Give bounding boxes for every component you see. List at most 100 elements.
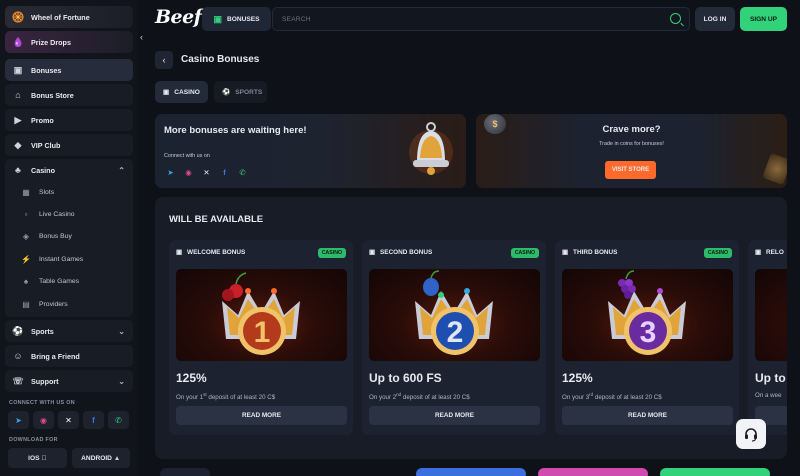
tab-sports[interactable]: ⚽ SPORTS xyxy=(214,81,267,103)
download-buttons: IOS  ANDROID ▲ xyxy=(5,448,133,469)
sidebar-subitem-label: Slots xyxy=(39,188,55,196)
sidebar-item-promo[interactable]: ▶ Promo xyxy=(5,109,133,131)
x-icon[interactable]: ✕ xyxy=(200,166,213,179)
read-more-button[interactable]: READ MORE xyxy=(369,406,540,425)
whatsapp-icon[interactable]: ✆ xyxy=(108,411,129,430)
support-chat-button[interactable] xyxy=(736,419,766,449)
bonuses-button[interactable]: ▣ BONUSES xyxy=(202,7,271,31)
sidebar-item-support[interactable]: ☏ Support ⌄ xyxy=(5,370,133,393)
gift-icon: ▣ xyxy=(13,64,23,75)
sidebar-item-casino[interactable]: ♣ Casino ⌃ xyxy=(5,159,133,181)
sidebar-item-sports[interactable]: ⚽ Sports ⌄ xyxy=(5,320,133,343)
sidebar-item-bring-a-friend[interactable]: ☺ Bring a Friend xyxy=(5,345,133,368)
telegram-icon[interactable]: ➤ xyxy=(164,166,177,179)
sidebar-subitem-slots[interactable]: ▦ Slots xyxy=(5,181,133,203)
site-logo[interactable]: Beef xyxy=(155,6,202,28)
bottom-strip xyxy=(538,468,648,476)
visit-store-button[interactable]: VISIT STORE xyxy=(605,161,656,179)
telegram-icon[interactable]: ➤ xyxy=(8,411,29,430)
back-button[interactable]: ‹ xyxy=(155,51,173,69)
bonus-description: On your 2nd deposit of at least 20 C$ xyxy=(369,392,470,401)
bonus-art-3: 3 xyxy=(562,269,733,361)
card-badge: CASINO xyxy=(317,248,346,258)
bonus-description: On a wee xyxy=(755,392,782,399)
android-download-button[interactable]: ANDROID ▲ xyxy=(71,448,130,469)
bonus-number-3: 3 xyxy=(640,316,657,349)
sidebar-item-bonus-store[interactable]: ⌂ Bonus Store xyxy=(5,84,133,106)
sidebar-item-label: Wheel of Fortune xyxy=(31,12,90,22)
desc-text-rest: deposit of at least 20 C$ xyxy=(206,394,276,402)
chevron-left-icon: ‹ xyxy=(162,55,166,65)
sidebar-item-wheel-of-fortune[interactable]: Wheel of Fortune xyxy=(5,6,133,28)
user-icon: ☺ xyxy=(13,351,23,362)
ios-label: IOS xyxy=(28,454,40,462)
gift-icon: ▣ xyxy=(176,249,183,256)
bottom-strip xyxy=(660,468,770,476)
bonuses-label: BONUSES xyxy=(226,15,260,23)
desc-text-rest: deposit of at least 20 C$ xyxy=(401,394,470,402)
sidebar-subitem-providers[interactable]: ▤ Providers xyxy=(5,293,133,315)
sidebar-item-vip-club[interactable]: ◆ VIP Club xyxy=(5,134,133,156)
providers-icon: ▤ xyxy=(22,299,30,309)
sidebar-subitem-live-casino[interactable]: ▫ Live Casino xyxy=(5,203,133,225)
sidebar-subitem-label: Live Casino xyxy=(39,211,75,219)
sidebar-item-label: Bring a Friend xyxy=(31,351,80,361)
bonus-description: On your 1st deposit of at least 20 C$ xyxy=(176,392,275,401)
tab-label: CASINO xyxy=(174,88,200,96)
whatsapp-icon[interactable]: ✆ xyxy=(236,166,249,179)
gift-icon: ▣ xyxy=(562,249,569,256)
sidebar-item-label: Promo xyxy=(31,115,54,125)
signup-button[interactable]: SIGN UP xyxy=(740,7,787,31)
bonus-amount: 125% xyxy=(176,371,207,385)
android-label: ANDROID xyxy=(81,454,112,462)
card-title: THIRD BONUS xyxy=(573,248,618,256)
instagram-icon[interactable]: ◉ xyxy=(182,166,195,179)
connect-label: CONNECT WITH US ON xyxy=(9,400,75,407)
gift-icon: ▣ xyxy=(369,249,376,256)
banner-title: More bonuses are waiting here! xyxy=(164,125,307,136)
sidebar-item-label: Support xyxy=(31,376,59,386)
bonus-art-4 xyxy=(755,269,787,361)
facebook-icon[interactable]: f xyxy=(218,166,231,179)
sidebar-item-label: Prize Drops xyxy=(31,37,71,47)
search-input[interactable]: SEARCH xyxy=(272,7,690,31)
sidebar-subitem-instant-games[interactable]: ⚡ Instant Games xyxy=(5,248,133,270)
social-links: ➤ ◉ ✕ f ✆ xyxy=(5,411,133,430)
read-more-button[interactable]: READ MORE xyxy=(562,406,733,425)
gift-icon: ▣ xyxy=(213,13,222,24)
sidebar-item-prize-drops[interactable]: Prize Drops xyxy=(5,31,133,53)
sidebar-item-label: Bonus Store xyxy=(31,90,74,100)
instant-icon: ⚡ xyxy=(21,254,31,264)
prize-drop-icon xyxy=(12,36,24,48)
casino-chip-icon: ▣ xyxy=(163,89,170,96)
cherry-icon: ♣ xyxy=(15,165,21,175)
ios-download-button[interactable]: IOS  xyxy=(8,448,67,469)
gift-icon: ▣ xyxy=(755,249,762,256)
live-icon: ▫ xyxy=(24,210,28,220)
card-badge: CASINO xyxy=(510,248,539,258)
bonus-section: WILL BE AVAILABLE ▣ WELCOME BONUS CASINO … xyxy=(155,197,787,459)
bonus-buy-icon: ◈ xyxy=(22,232,30,242)
desc-text: On your 2 xyxy=(369,394,397,402)
x-icon[interactable]: ✕ xyxy=(58,411,79,430)
card-header: ▣ SECOND BONUS xyxy=(369,248,432,257)
facebook-icon[interactable]: f xyxy=(83,411,104,430)
bonus-number-2: 2 xyxy=(447,316,464,349)
banner-title: Crave more? xyxy=(602,124,661,135)
tab-casino[interactable]: ▣ CASINO xyxy=(155,81,208,103)
login-button[interactable]: LOG IN xyxy=(695,7,735,31)
download-label: DOWNLOAD FOR xyxy=(9,437,58,444)
chevron-up-icon: ⌃ xyxy=(118,165,125,175)
store-icon: ⌂ xyxy=(15,90,21,100)
dice-icon xyxy=(762,153,787,185)
sidebar-subitem-bonus-buy[interactable]: ◈ Bonus Buy xyxy=(5,226,133,248)
instagram-icon[interactable]: ◉ xyxy=(33,411,54,430)
read-more-button[interactable]: READ MORE xyxy=(176,406,347,425)
search-icon[interactable] xyxy=(670,13,681,24)
bonus-art-2: 2 xyxy=(369,269,540,361)
desc-text: On your 3 xyxy=(562,394,590,402)
bonus-card-second: ▣ SECOND BONUS CASINO 2 Up to 600 FS On y… xyxy=(362,240,546,435)
sidebar-subitem-table-games[interactable]: ♠ Table Games xyxy=(5,271,133,293)
sidebar-item-bonuses[interactable]: ▣ Bonuses xyxy=(5,59,133,81)
bonus-card-welcome: ▣ WELCOME BONUS CASINO 1 125% On your 1st… xyxy=(169,240,353,435)
